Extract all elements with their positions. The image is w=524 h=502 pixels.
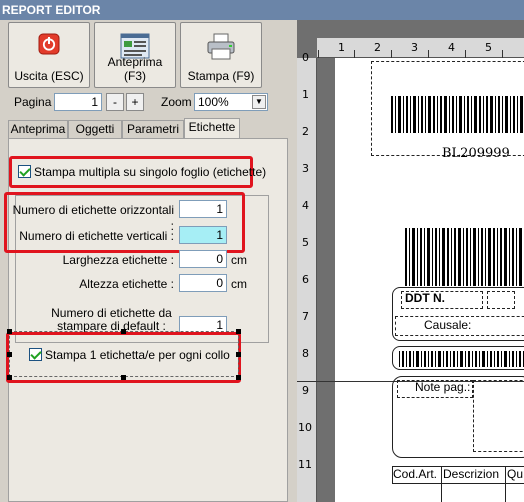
tab-anteprima[interactable]: Anteprima <box>8 120 68 138</box>
h-ruler-3: 3 <box>411 41 418 54</box>
v-ruler-1: 1 <box>302 88 309 101</box>
page-zoom-row: Pagina 1 - + Zoom 100% ▼ <box>0 92 297 112</box>
horizontal-count-input[interactable]: 1 <box>179 200 227 218</box>
page-prev-button[interactable]: - <box>106 93 124 111</box>
v-ruler-7: 7 <box>302 310 309 323</box>
label-height-input[interactable]: 0 <box>179 274 227 292</box>
v-ruler-0: 0 <box>302 51 309 64</box>
label-width-unit: cm <box>231 253 247 267</box>
column-cod-art: Cod.Art. <box>393 467 438 481</box>
barcode-image <box>405 228 522 286</box>
zoom-value: 100% <box>198 95 229 109</box>
barcode-text: BL209999 <box>442 146 510 161</box>
v-ruler-2: 2 <box>302 125 309 138</box>
label-height-label: Altezza etichette : <box>79 277 174 291</box>
v-ruler-8: 8 <box>302 347 309 360</box>
h-ruler-5: 5 <box>485 41 492 54</box>
ddt-number-field <box>487 291 515 309</box>
print-button[interactable]: Stampa (F9) <box>180 22 262 88</box>
page-input[interactable]: 1 <box>54 93 102 111</box>
resize-handle[interactable] <box>121 329 126 334</box>
h-ruler-4: 4 <box>448 41 455 54</box>
resize-handle[interactable] <box>7 329 12 334</box>
barcode-strip <box>392 346 524 370</box>
resize-handle[interactable] <box>236 375 241 380</box>
left-panel: Uscita (ESC) Anteprima (F3) Stampa (F9) … <box>0 20 297 502</box>
note-label: Note pag.: <box>415 380 471 394</box>
resize-handle[interactable] <box>236 352 241 357</box>
exit-button-label: Uscita (ESC) <box>14 69 84 83</box>
report-page: BL209999 DDT N. Causale: Note pag.: Cod.… <box>297 58 524 502</box>
preview-button-label: Anteprima (F3) <box>107 55 163 83</box>
zoom-select[interactable]: 100% ▼ <box>194 93 268 111</box>
label-width-input[interactable]: 0 <box>179 250 227 268</box>
labels-tab-panel: Stampa multipla su singolo foglio (etich… <box>4 138 288 502</box>
print-button-label: Stampa (F9) <box>187 69 255 83</box>
v-ruler-11: 11 <box>298 458 312 471</box>
exit-button[interactable]: Uscita (ESC) <box>8 22 90 88</box>
h-ruler-1: 1 <box>338 41 345 54</box>
resize-handle[interactable] <box>236 329 241 334</box>
vertical-ruler: 0 1 2 3 4 5 6 7 8 9 10 11 <box>297 51 317 502</box>
per-package-label: Stampa 1 etichetta/e per ogni collo <box>45 348 230 362</box>
window-title: REPORT EDITOR <box>0 0 524 20</box>
v-ruler-9: 9 <box>302 384 309 397</box>
report-editor-window: REPORT EDITOR Uscita (ESC) Anteprima (F3… <box>0 0 524 502</box>
preview-button[interactable]: Anteprima (F3) <box>94 22 176 88</box>
resize-handle[interactable] <box>7 375 12 380</box>
chevron-down-icon: ▼ <box>252 95 266 109</box>
barcode-image <box>391 96 523 133</box>
v-ruler-4: 4 <box>302 199 309 212</box>
label-height-unit: cm <box>231 277 247 291</box>
multi-print-label: Stampa multipla su singolo foglio (etich… <box>34 165 267 179</box>
column-quantita: Qu <box>507 467 524 481</box>
v-ruler-3: 3 <box>302 162 309 175</box>
multi-print-checkbox[interactable] <box>18 165 31 178</box>
resize-handle[interactable] <box>121 375 126 380</box>
per-package-checkbox[interactable] <box>29 348 42 361</box>
tab-etichette[interactable]: Etichette <box>184 118 240 138</box>
label-width-label: Larghezza etichette : <box>62 253 174 267</box>
column-descrizione: Descrizion <box>443 467 500 481</box>
tab-oggetti[interactable]: Oggetti <box>68 120 122 138</box>
ddt-label: DDT N. <box>405 291 445 305</box>
resize-handle[interactable] <box>7 352 12 357</box>
causale-label: Causale: <box>424 318 472 332</box>
note-text-field <box>473 380 524 452</box>
vertical-count-input[interactable]: 1 <box>179 226 227 244</box>
page-label: Pagina <box>14 95 52 109</box>
report-preview[interactable]: 1 2 3 4 5 0 1 2 3 4 5 6 7 8 9 10 11 BL20… <box>297 20 524 502</box>
v-ruler-10: 10 <box>298 421 312 434</box>
power-icon <box>38 33 60 58</box>
printer-icon <box>205 33 237 64</box>
barcode-image <box>399 351 524 367</box>
horizontal-ruler: 1 2 3 4 5 <box>317 38 524 58</box>
zoom-label: Zoom <box>161 95 192 109</box>
tab-parametri[interactable]: Parametri <box>122 120 184 138</box>
v-ruler-6: 6 <box>302 273 309 286</box>
v-ruler-5: 5 <box>302 236 309 249</box>
page-next-button[interactable]: + <box>126 93 144 111</box>
vertical-count-label: Numero di etichette verticali : <box>19 229 174 243</box>
h-ruler-2: 2 <box>374 41 381 54</box>
